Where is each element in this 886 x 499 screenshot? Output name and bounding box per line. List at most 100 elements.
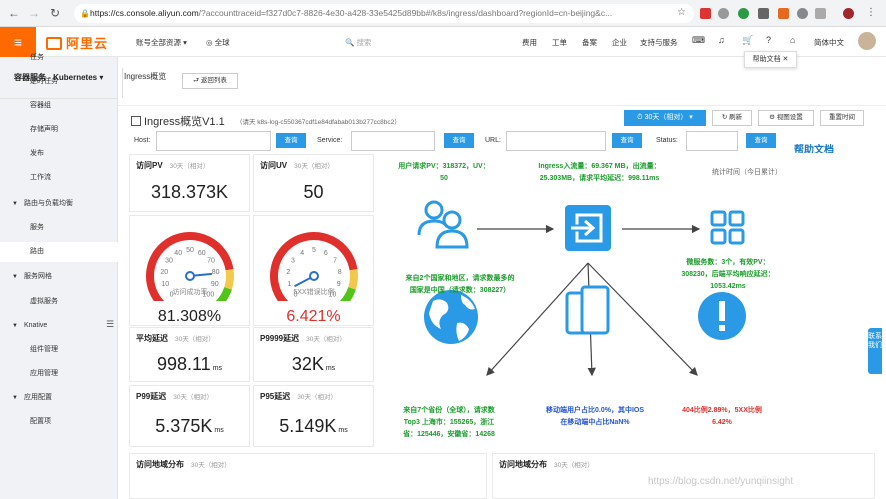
host-query-button[interactable]: 查询 [276,133,306,148]
sidebar-item[interactable]: 服务 [0,218,118,238]
sidebar-item-label: 应用配置 [23,394,52,401]
help-icon[interactable]: ? [766,35,771,45]
sidebar-group[interactable]: ▼ 服务网格 [0,267,118,287]
sidebar-item[interactable]: 工作流 [0,168,118,188]
error-stats-text: 404比例2.89%，5XX比例 6.42% [667,405,777,429]
text-line: 404比例2.89%，5XX比例 [682,407,762,414]
bookmark-star-icon[interactable]: ☆ [677,7,686,18]
contact-us-tab[interactable]: 联系我们 [868,328,882,374]
value-number: 32K [291,354,324,374]
search-input[interactable]: 🔍 搜索 [345,37,371,48]
forward-arrow-icon[interactable]: → [28,6,40,20]
topnav-link[interactable]: 企业 [612,37,627,48]
user-avatar[interactable] [858,32,876,50]
sidebar-item[interactable]: 存储声明 [0,120,118,140]
error-5xx-card: 0 1 2 3 4 5 6 7 8 9 10 5XX错误比例 6.421% [253,215,374,326]
gauge-tick-label: 50 [186,247,194,254]
gauge-tick-label: 4 [300,250,304,257]
gauge-tick-label: 8 [338,269,342,276]
sidebar-item[interactable]: 定时任务 [0,72,118,92]
cart-icon[interactable]: 🛒 [742,35,753,46]
region-selector[interactable]: ◎ 全球 [206,37,230,48]
extension-icon[interactable] [758,8,769,19]
account-resource-menu[interactable]: 账号全部资源 ▾ [136,37,187,48]
sidebar-item-label: Knative [23,322,48,329]
address-bar[interactable]: 🔒 https://cs.console.aliyun.com/?account… [74,4,694,23]
card-subtitle: 30天（相对） [173,394,213,401]
status-input[interactable] [686,131,738,151]
sidebar-item[interactable]: 应用管理 [0,364,118,384]
error-5xx-gauge: 01234 5 6789105XX错误比例 [270,232,358,301]
card-title: 访问地域分布 30天（相对） [499,459,594,470]
topnav-link[interactable]: 工单 [552,37,567,48]
extension-icon[interactable] [797,8,808,19]
alert-icon [698,292,746,340]
sidebar-item[interactable]: 容器组 [0,96,118,116]
profile-avatar-icon[interactable] [843,8,854,19]
sidebar-group[interactable]: ▼ 路由与负载均衡 [0,194,118,214]
url-host: https://cs.console.aliyun.com [90,8,199,18]
extension-icon[interactable] [700,8,711,19]
service-query-button[interactable]: 查询 [444,133,474,148]
text-line: 用户请求PV：318372，UV： [398,163,490,170]
topnav-link[interactable]: 费用 [522,37,537,48]
card-title-text: 访问UV [260,161,288,170]
globe-icon: ◎ [206,38,215,47]
gateway-login-icon [565,205,611,251]
sidebar-item[interactable]: 任务 [0,48,118,68]
sidebar-item-label: 发布 [30,150,44,157]
gauge-hub [185,271,195,281]
status-label: Status: [656,137,678,144]
url-input[interactable] [506,131,606,151]
province-stats-text: 来自7个省份（全球），请求数 Top3 上海市：155265，浙江 省：125446… [385,405,513,441]
sidebar-item[interactable]: 配置项 [0,412,118,432]
reload-icon[interactable]: ↻ [50,6,60,20]
region-label: 全球 [214,38,230,47]
sidebar-group[interactable]: ▼ Knative [0,316,118,336]
card-title: P95延迟 30天（相对） [260,391,337,402]
sidebar-item-label: 服务 [30,224,44,231]
text-line: 在移动端中占比NaN% [560,419,630,426]
sidebar-item-label: 工作流 [30,174,51,181]
host-input[interactable] [156,131,271,151]
time-range-button[interactable]: ⏱ 30天（相对） ▾ [624,110,706,126]
gauge-tick-label: 3 [291,258,295,265]
bell-icon[interactable]: ♫ [718,35,725,45]
card-subtitle: 30天（相对） [175,336,215,343]
globe-icon [424,290,478,344]
sidebar-item[interactable]: 组件管理 [0,340,118,360]
user-stats-text: 用户请求PV：318372，UV： 50 [381,161,507,185]
extension-icon[interactable] [815,8,826,19]
p9999-latency-card: P9999延迟 30天（相对） 32K ms [253,327,374,382]
sidebar-group[interactable]: ▼ 应用配置 [0,388,118,408]
topnav-link[interactable]: 备案 [582,37,597,48]
refresh-button[interactable]: ↻ 刷新 [712,110,752,126]
status-query-button[interactable]: 查询 [746,133,776,148]
terminal-icon[interactable]: ⌨ [692,35,705,46]
extension-icon[interactable] [738,8,749,19]
text-line: 国家是中国（请求数：308227） [409,287,511,294]
text-line: 来自7个省份（全球），请求数 [403,407,495,414]
back-arrow-icon[interactable]: ← [8,6,20,20]
collapse-handle-icon[interactable]: ☰ [106,319,114,330]
home-icon[interactable]: ⌂ [790,35,795,45]
reset-time-button[interactable]: 重置时间 [820,110,864,126]
sidebar-item[interactable]: 发布 [0,144,118,164]
extension-icon[interactable] [718,8,729,19]
view-settings-button[interactable]: ⚙ 视图设置 [758,110,814,126]
sidebar-item[interactable]: 路由 [0,242,118,262]
kebab-menu-icon[interactable]: ⋮ [866,7,876,18]
language-selector[interactable]: 简体中文 [814,37,844,48]
gauge-tick-label: 6 [324,250,328,257]
topnav-link[interactable]: 支持与服务 [640,37,678,48]
card-title: P9999延迟 30天（相对） [260,333,346,344]
microservice-stats-text: 微服务数：3个，有效PV： 308230，后端平均响应延迟： 1053.42ms [663,257,793,293]
uv-card: 访问UV 30天（相对） 50 [253,154,374,212]
card-subtitle: 30天（相对） [297,394,337,401]
back-to-list-button[interactable]: ⮐ 返回列表 [182,73,238,89]
url-query-button[interactable]: 查询 [612,133,642,148]
sidebar-item[interactable]: 虚拟服务 [0,292,118,312]
gauge-tick-label: 1 [287,281,291,288]
extension-icon[interactable] [778,8,789,19]
service-input[interactable] [351,131,435,151]
